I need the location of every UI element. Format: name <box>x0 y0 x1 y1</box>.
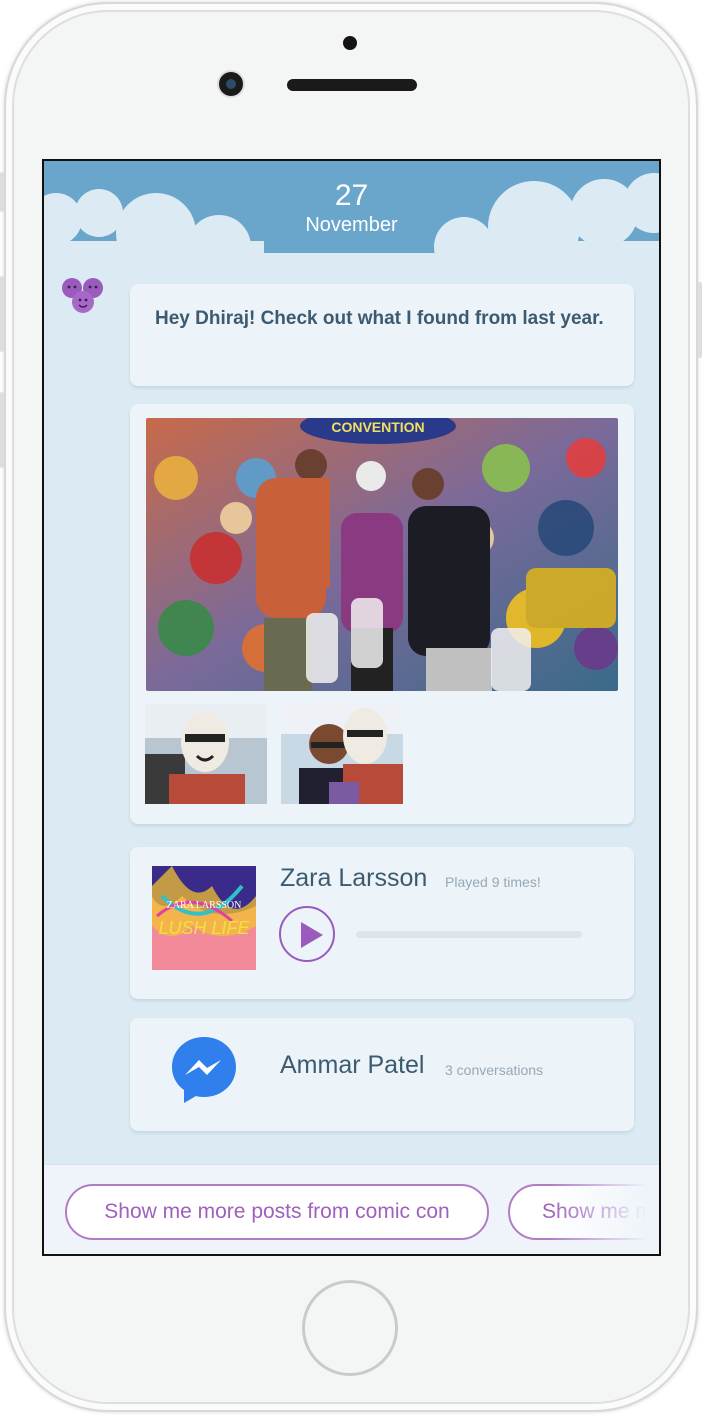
suggestion-chip[interactable]: Show me more posts from comic con <box>65 1184 489 1240</box>
music-card: ZARA LARSSON LUSH LIFE Zara Larsson Play… <box>130 847 634 999</box>
date-day: 27 <box>334 179 369 212</box>
side-button-volume-down <box>0 392 4 468</box>
thumbnail-photo[interactable] <box>281 704 403 804</box>
chat-card: Ammar Patel 3 conversations <box>130 1018 634 1131</box>
side-button-volume-up <box>0 276 4 352</box>
play-count: Played 9 times! <box>445 874 541 890</box>
thumbnail-photo[interactable] <box>145 704 267 804</box>
album-title-text: LUSH LIFE <box>158 918 250 938</box>
date-header: 27 November <box>44 161 659 271</box>
home-button[interactable] <box>302 1280 398 1376</box>
side-button-mute <box>0 172 4 212</box>
playback-progress-bar[interactable] <box>356 931 582 938</box>
message-text: Hey Dhiraj! Check out what I found from … <box>155 308 604 329</box>
conversation-count: 3 conversations <box>445 1062 544 1078</box>
date-month: November <box>305 214 398 236</box>
play-button[interactable] <box>279 906 335 962</box>
suggestion-bar: Show me more posts from comic con Show m… <box>44 1164 659 1254</box>
side-button-power <box>698 282 702 358</box>
front-camera <box>219 72 243 96</box>
messenger-icon <box>172 1037 236 1103</box>
photo-card: CONVENTION <box>130 404 634 824</box>
suggestion-chip[interactable]: Show me m <box>508 1184 659 1240</box>
album-cover[interactable]: ZARA LARSSON LUSH LIFE <box>152 866 256 970</box>
message-card: Hey Dhiraj! Check out what I found from … <box>130 284 634 386</box>
main-photo[interactable]: CONVENTION <box>146 418 618 691</box>
app-screen: 27 November Hey Dhiraj! Check out what I… <box>42 159 661 1256</box>
artist-name: Zara Larsson <box>280 864 428 892</box>
album-artist-text: ZARA LARSSON <box>167 900 242 911</box>
convention-sign: CONVENTION <box>331 419 424 435</box>
contact-name: Ammar Patel <box>280 1051 425 1079</box>
proximity-sensor <box>343 36 357 50</box>
earpiece-speaker <box>287 79 417 91</box>
purple-faces-icon <box>62 278 103 313</box>
